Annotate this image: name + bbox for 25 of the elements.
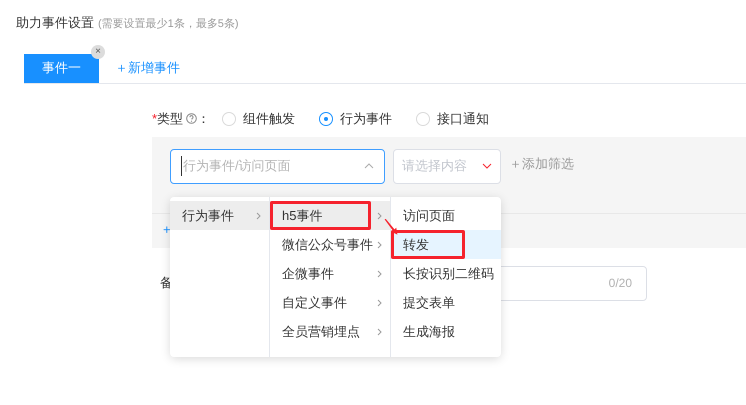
menu-item[interactable]: 微信公众号事件 <box>270 230 371 259</box>
menu-item[interactable]: 自定义事件 <box>270 288 371 317</box>
section-hint: (需要设置最少1条，最多5条) <box>98 17 239 32</box>
section-title: 助力事件设置 <box>16 14 94 32</box>
required-mark: * <box>152 110 158 128</box>
type-colon: ： <box>197 110 210 128</box>
menu-item[interactable]: 企微事件 <box>270 259 371 288</box>
radio-option[interactable]: 接口通知 <box>416 108 490 128</box>
menu-item[interactable]: 全员营销埋点 <box>270 317 371 346</box>
menu-item[interactable]: 行为事件 <box>170 201 250 230</box>
close-button[interactable]: × <box>91 44 105 58</box>
remark-label: 备 <box>160 274 173 292</box>
menu-item[interactable]: 提交表单 <box>391 288 465 317</box>
menu-item[interactable]: h5事件 <box>270 201 371 230</box>
help-icon <box>186 113 198 124</box>
menu-item[interactable]: 生成海报 <box>391 317 465 346</box>
radio-option[interactable]: 行为事件 <box>319 108 392 128</box>
menu-item[interactable]: 转发 <box>391 230 465 259</box>
type-label: 类型 <box>157 110 184 128</box>
annotation-arrow <box>384 218 398 236</box>
menu-item[interactable]: 访问页面 <box>391 201 465 230</box>
chevron-icon <box>364 163 374 169</box>
menu-item[interactable]: 长按识别二维码 <box>391 259 493 288</box>
radio-option[interactable]: 组件触发 <box>222 108 296 128</box>
chevron-down-icon <box>482 163 492 169</box>
